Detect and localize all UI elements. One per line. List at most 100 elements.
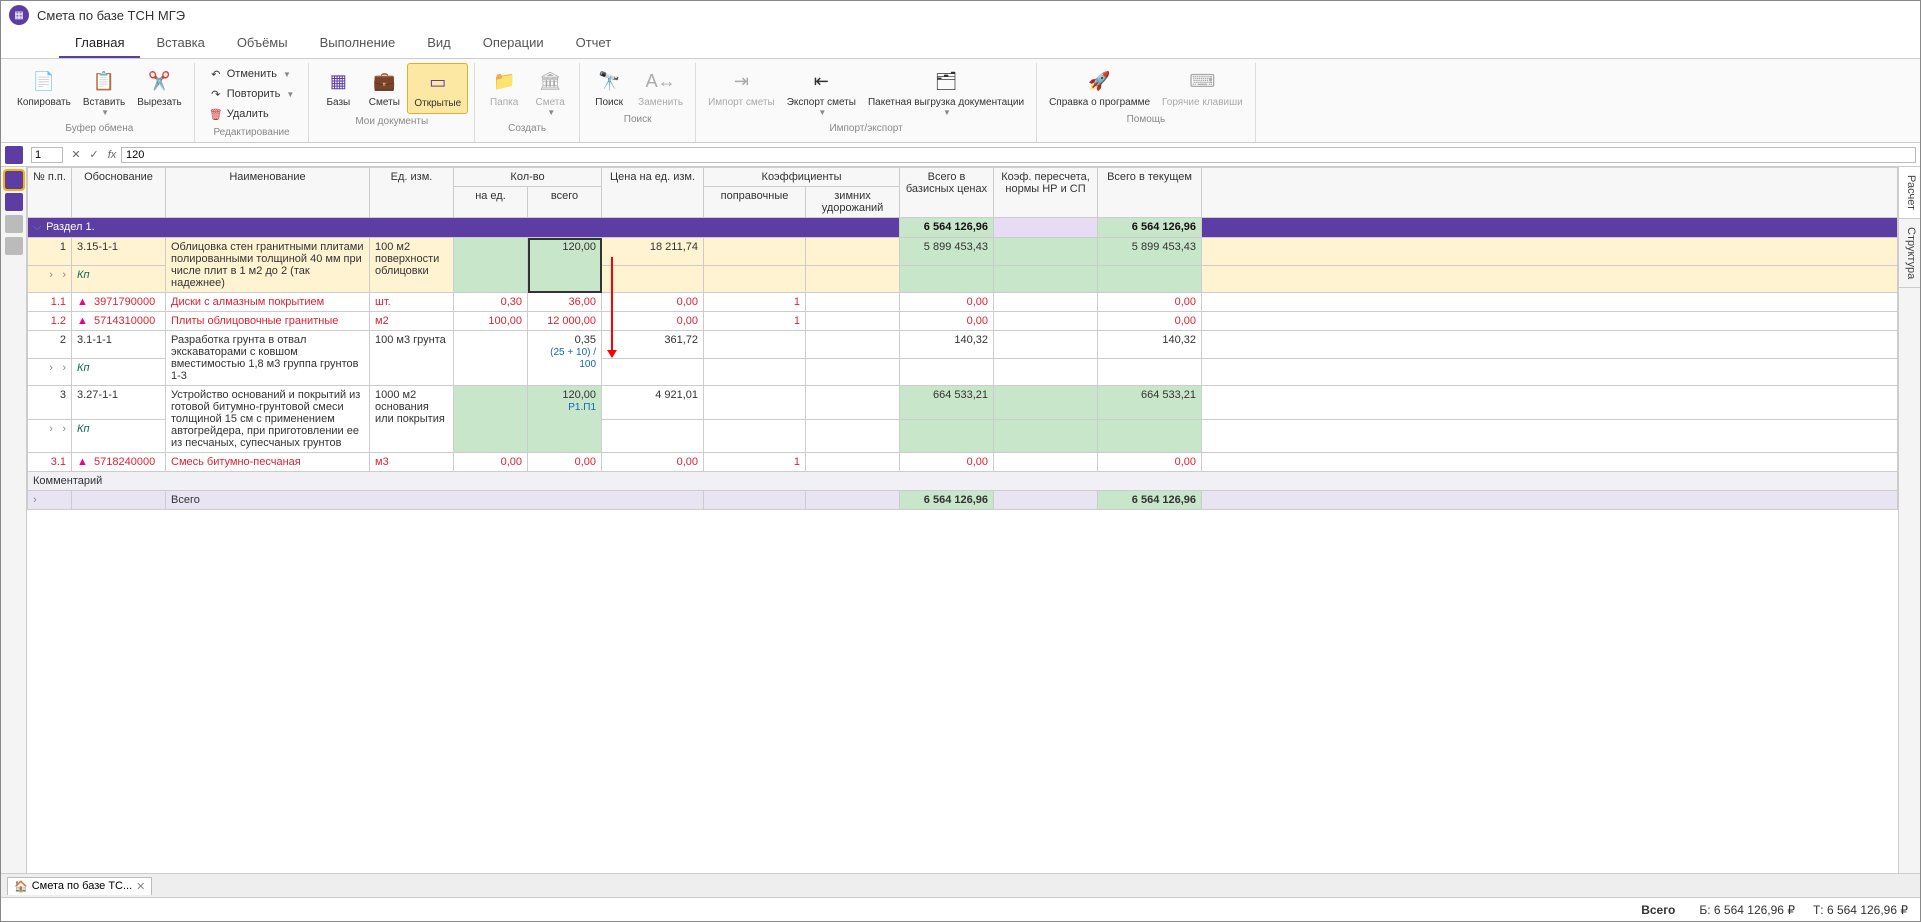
binoculars-icon: 🔭	[595, 67, 623, 95]
folder-icon: 📁	[490, 67, 518, 95]
hdr-bazis: Всего в базисных ценах	[900, 168, 994, 218]
undo-button[interactable]: ↶Отменить▼	[205, 65, 299, 83]
open-docs-button[interactable]: ▭Открытые	[407, 63, 468, 114]
undo-icon: ↶	[209, 67, 223, 81]
table-row[interactable]: 2 3.1-1-1 Разработка грунта в отвал экск…	[28, 331, 1898, 359]
paste-button[interactable]: 📋Вставить▼	[77, 63, 131, 121]
expand-icon[interactable]: ›	[43, 362, 53, 374]
find-button[interactable]: 🔭Поиск	[586, 63, 632, 112]
warning-icon: ▲	[77, 456, 88, 468]
hdr-kvsego: всего	[528, 187, 602, 218]
table-row[interactable]: 3 3.27-1-1 Устройство оснований и покрыт…	[28, 386, 1898, 420]
comment-row[interactable]: Комментарий	[28, 472, 1898, 491]
delete-button[interactable]: 🗑Удалить	[205, 105, 299, 123]
tab-operations[interactable]: Операции	[467, 29, 560, 58]
tab-view[interactable]: Вид	[411, 29, 467, 58]
hdr-tek: Всего в текущем	[1098, 168, 1202, 218]
tab-volumes[interactable]: Объёмы	[221, 29, 304, 58]
rail-view-1[interactable]	[5, 171, 23, 189]
new-estimate-button[interactable]: 🏛Смета▼	[527, 63, 573, 121]
kn-badge: Кп	[77, 362, 90, 374]
expand-icon[interactable]: ›	[43, 423, 53, 435]
batch-export-button[interactable]: 🗂Пакетная выгрузка документации▼	[862, 63, 1030, 121]
hdr-koef: Коэффициенты	[704, 168, 900, 187]
section-row[interactable]: ⌵ Раздел 1. 6 564 126,96 6 564 126,96	[28, 218, 1898, 238]
bases-icon: ▦	[324, 67, 352, 95]
estimates-button[interactable]: 💼Сметы	[361, 63, 407, 112]
hdr-price: Цена на ед. изм.	[602, 168, 704, 218]
collapse-icon[interactable]: ⌵	[33, 221, 43, 234]
keyboard-icon: ⌨	[1188, 67, 1216, 95]
vtab-structure[interactable]: Структура	[1899, 219, 1920, 288]
formula-input[interactable]	[121, 147, 1916, 163]
group-mydocs: Мои документы	[315, 114, 468, 129]
estimate-grid[interactable]: № п.п. Обоснование Наименование Ед. изм.…	[27, 167, 1898, 510]
copy-button[interactable]: 📄Копировать	[11, 63, 77, 112]
expand-icon[interactable]: ›	[33, 494, 43, 506]
hdr-naim: Наименование	[166, 168, 370, 218]
hdr-ed: Ед. изм.	[370, 168, 454, 218]
replace-icon: A↔	[647, 67, 675, 95]
house-icon: 🏠	[14, 880, 28, 893]
export-icon: ⇤	[807, 67, 835, 95]
new-folder-button[interactable]: 📁Папка	[481, 63, 527, 112]
table-row[interactable]: 1.1 ▲ 3971790000 Диски с алмазным покрыт…	[28, 293, 1898, 312]
selected-cell: 120,00	[528, 238, 602, 293]
rocket-icon: 🚀	[1086, 67, 1114, 95]
bases-button[interactable]: ▦Базы	[315, 63, 361, 112]
hdr-npp: № п.п.	[28, 168, 72, 218]
trash-icon: 🗑	[209, 107, 223, 121]
status-base: Б: 6 564 126,96 ₽	[1699, 903, 1795, 917]
menu-tabs: Главная Вставка Объёмы Выполнение Вид Оп…	[1, 29, 1920, 59]
batch-icon: 🗂	[932, 67, 960, 95]
close-icon[interactable]: ✕	[136, 880, 145, 893]
warning-icon: ▲	[77, 315, 88, 327]
rail-view-2[interactable]	[5, 193, 23, 211]
app-logo-icon: ▦	[9, 5, 29, 25]
total-row[interactable]: › Всего 6 564 126,96 6 564 126,96	[28, 491, 1898, 510]
paste-icon: 📋	[90, 67, 118, 95]
cut-button[interactable]: ✂️Вырезать	[131, 63, 187, 112]
redo-button[interactable]: ↷Повторить▼	[205, 85, 299, 103]
table-row[interactable]: 1 3.15-1-1 Облицовка стен гранитными пли…	[28, 238, 1898, 266]
fx-confirm-button[interactable]: ✓	[85, 148, 103, 161]
about-button[interactable]: 🚀Справка о программе	[1043, 63, 1156, 112]
status-current: Т: 6 564 126,96 ₽	[1813, 903, 1908, 917]
tab-main[interactable]: Главная	[59, 29, 140, 58]
hdr-kolvo: Кол-во	[454, 168, 602, 187]
fx-cancel-button[interactable]: ✕	[67, 148, 85, 161]
hdr-osn: Обоснование	[72, 168, 166, 218]
table-row[interactable]: 3.1 ▲ 5718240000 Смесь битумно-песчаная …	[28, 453, 1898, 472]
hotkeys-button[interactable]: ⌨Горячие клавиши	[1156, 63, 1249, 112]
redo-icon: ↷	[209, 87, 223, 101]
table-row[interactable]: 1.2 ▲ 5714310000 Плиты облицовочные гран…	[28, 312, 1898, 331]
cell-ref-input[interactable]	[31, 147, 63, 163]
tab-insert[interactable]: Вставка	[140, 29, 220, 58]
group-search: Поиск	[586, 112, 689, 127]
group-impexp: Импорт/экспорт	[702, 121, 1030, 136]
open-docs-icon: ▭	[424, 68, 452, 96]
kn-badge: Кп	[77, 423, 90, 435]
app-title: Смета по базе ТСН МГЭ	[37, 8, 185, 23]
replace-button[interactable]: A↔Заменить	[632, 63, 689, 112]
status-bar: Всего Б: 6 564 126,96 ₽ Т: 6 564 126,96 …	[1, 897, 1920, 921]
export-button[interactable]: ⇤Экспорт сметы▼	[781, 63, 862, 121]
import-button[interactable]: ⇥Импорт сметы	[702, 63, 781, 112]
document-tab[interactable]: 🏠 Смета по базе ТС... ✕	[7, 877, 152, 895]
tab-execution[interactable]: Выполнение	[304, 29, 412, 58]
rail-view-4[interactable]	[5, 237, 23, 255]
tab-report[interactable]: Отчет	[560, 29, 628, 58]
group-create: Создать	[481, 121, 573, 136]
rail-icon-1[interactable]	[5, 146, 23, 164]
annotation-arrow	[611, 257, 613, 357]
hdr-kzim: зимних удорожаний	[806, 187, 900, 218]
briefcase-icon: 💼	[370, 67, 398, 95]
scissors-icon: ✂️	[145, 67, 173, 95]
expand-icon[interactable]: ›	[43, 269, 53, 281]
fx-function-button[interactable]: fx	[103, 149, 121, 161]
vtab-calc[interactable]: Расчет	[1899, 167, 1920, 219]
group-help: Помощь	[1043, 112, 1249, 127]
rail-view-3[interactable]	[5, 215, 23, 233]
copy-icon: 📄	[30, 67, 58, 95]
group-edit: Редактирование	[201, 125, 303, 140]
